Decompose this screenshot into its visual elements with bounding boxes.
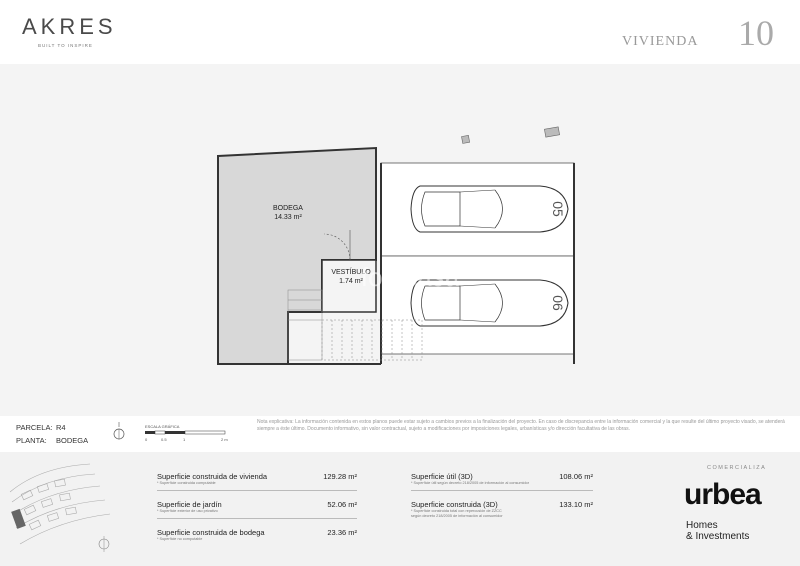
superficies-right: Superficie útil (3D) 108.06 m² * Superfi… xyxy=(411,472,593,528)
header: AKRES BUILT TO INSPIRE VIVIENDA 10 xyxy=(0,0,800,64)
plan-info: PARCELA: R4 PLANTA: BODEGA xyxy=(16,423,88,449)
planta-label: PLANTA: xyxy=(16,436,47,445)
sup-row: Superficie construida de vivienda 129.28… xyxy=(157,472,357,500)
floor-plan: BODEGA 14.33 m² VESTÍBULO 1.74 m² 05 06 … xyxy=(0,64,800,416)
vivienda-number: 10 xyxy=(738,13,774,53)
legal-note: Nota explicativa: La información conteni… xyxy=(257,419,785,432)
sup-row: Superficie útil (3D) 108.06 m² * Superfi… xyxy=(411,472,593,500)
sup-label: Superficie construida de bodega xyxy=(157,528,265,537)
sup-value: 129.28 m² xyxy=(323,472,357,481)
parking-number-05: 05 xyxy=(550,201,566,217)
sup-label: Superficie construida de vivienda xyxy=(157,472,268,481)
urbea-logo: urbea xyxy=(684,478,762,511)
parcela-label: PARCELA: xyxy=(16,423,53,432)
sup-note-2: según decreto 218/2005 de información al… xyxy=(411,514,503,518)
sup-value: 52.06 m² xyxy=(327,500,357,509)
location-map xyxy=(9,463,111,552)
sup-note: * Superficie construida computable xyxy=(157,481,216,485)
bottom-panel: Superficie construida de vivienda 129.28… xyxy=(0,452,800,566)
sup-value: 23.36 m² xyxy=(327,528,357,537)
scale-tick: 2 m xyxy=(221,437,228,442)
divider xyxy=(157,490,357,491)
scale-bar xyxy=(145,430,226,435)
sup-row: Superficie construida (3D) 133.10 m² * S… xyxy=(411,500,593,528)
scale-tick: 0.5 xyxy=(161,437,167,442)
parking-number-06: 06 xyxy=(550,295,566,311)
urbea-homes: Homes xyxy=(686,520,718,531)
superficies-left: Superficie construida de vivienda 129.28… xyxy=(157,472,357,556)
floor-plan-drawing: BODEGA 14.33 m² VESTÍBULO 1.74 m² 05 06 … xyxy=(217,126,575,365)
akres-tagline: BUILT TO INSPIRE xyxy=(38,43,93,48)
sup-value: 108.06 m² xyxy=(559,472,593,481)
parcela-value: R4 xyxy=(56,423,66,432)
sup-label: Superficie útil (3D) xyxy=(411,472,473,481)
sup-row: Superficie construida de bodega 23.36 m²… xyxy=(157,528,357,556)
divider xyxy=(157,518,357,519)
divider xyxy=(411,490,593,491)
sup-label: Superficie construida (3D) xyxy=(411,500,498,509)
sup-value: 133.10 m² xyxy=(559,500,593,509)
car-05 xyxy=(410,185,569,233)
sup-note: * Superficie construida total con reperc… xyxy=(411,509,502,513)
sup-label: Superficie de jardín xyxy=(157,500,222,509)
planta-value: BODEGA xyxy=(56,436,89,445)
comercializa-label: COMERCIALIZA xyxy=(707,465,767,471)
sup-row: Superficie de jardín 52.06 m² * Superfic… xyxy=(157,500,357,528)
room-bodega-name: BODEGA xyxy=(273,205,303,212)
scale-tick: 0 xyxy=(145,437,148,442)
room-bodega-area: 14.33 m² xyxy=(274,214,302,221)
north-arrow-icon xyxy=(113,422,125,440)
highlighted-plot xyxy=(11,508,26,529)
sup-note: * Superficie útil según decreto 218/2005… xyxy=(411,481,529,485)
vivienda-label: VIVIENDA xyxy=(622,34,699,49)
scale-tick: 1 xyxy=(183,437,186,442)
akres-logo: AKRES xyxy=(22,14,117,39)
sup-note: * Superficie exterior de uso privativo xyxy=(157,509,218,513)
watermark: fotocasa xyxy=(361,262,460,292)
sup-note: * Superficie no computable xyxy=(157,537,203,541)
urbea-investments: & Investments xyxy=(686,531,750,542)
